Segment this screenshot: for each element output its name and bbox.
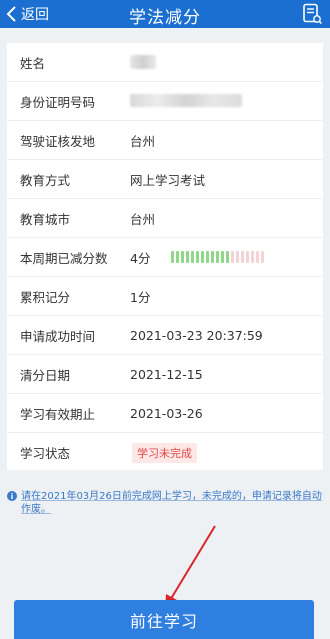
row-clear-date: 清分日期 2021-12-15 <box>7 355 323 394</box>
app-header: 返回 学法减分 <box>0 0 330 28</box>
field-value: 台州 <box>130 211 156 227</box>
points-progress-bar <box>171 251 264 263</box>
field-label: 学习状态 <box>20 445 71 461</box>
progress-segment-filled <box>181 251 184 263</box>
progress-segment-filled <box>221 251 224 263</box>
field-value: 4分 <box>130 250 151 266</box>
progress-segment-filled <box>226 251 229 263</box>
progress-segment-filled <box>196 251 199 263</box>
red-arrow-annotation <box>165 525 216 610</box>
row-accumulated-points: 累积记分 1分 <box>7 277 323 316</box>
row-education-method: 教育方式 网上学习考试 <box>7 160 323 199</box>
status-badge: 学习未完成 <box>132 443 197 463</box>
notice-text: 请在2021年03月26日前完成网上学习，未完成的，申请记录将自动作废。 <box>21 491 322 515</box>
progress-segment-filled <box>176 251 179 263</box>
row-study-status: 学习状态 学习未完成 <box>7 433 323 471</box>
redacted-name <box>130 55 156 69</box>
progress-segment-empty <box>246 251 249 263</box>
field-value: 2021-03-23 20:37:59 <box>130 327 263 343</box>
row-name: 姓名 <box>7 43 323 82</box>
info-icon <box>7 491 17 501</box>
progress-segment-filled <box>186 251 189 263</box>
page-title: 学法减分 <box>129 8 201 28</box>
field-label: 累积记分 <box>20 289 71 305</box>
field-label: 教育方式 <box>20 172 71 188</box>
field-label: 本周期已减分数 <box>20 250 108 266</box>
progress-segment-empty <box>241 251 244 263</box>
field-label: 身份证明号码 <box>20 94 96 110</box>
progress-segment-empty <box>236 251 239 263</box>
field-label: 姓名 <box>20 55 46 71</box>
progress-segment-filled <box>211 251 214 263</box>
field-label: 申请成功时间 <box>20 328 96 344</box>
field-label: 教育城市 <box>20 211 71 227</box>
progress-segment-filled <box>191 251 194 263</box>
row-education-city: 教育城市 台州 <box>7 199 323 238</box>
progress-segment-filled <box>216 251 219 263</box>
progress-segment-empty <box>261 251 264 263</box>
row-id-number: 身份证明号码 <box>7 82 323 121</box>
field-value: 2021-12-15 <box>130 366 203 382</box>
field-value: 1分 <box>130 289 151 305</box>
progress-segment-filled <box>171 251 174 263</box>
go-study-button[interactable]: 前往学习 <box>14 600 314 639</box>
notice: 请在2021年03月26日前完成网上学习，未完成的，申请记录将自动作废。 <box>7 490 323 516</box>
progress-segment-empty <box>256 251 259 263</box>
field-label: 驾驶证核发地 <box>20 133 96 149</box>
redacted-id-number <box>130 94 242 107</box>
document-icon[interactable] <box>302 3 322 25</box>
row-deducted-points: 本周期已减分数 4分 <box>7 238 323 277</box>
progress-segment-filled <box>206 251 209 263</box>
row-study-deadline: 学习有效期止 2021-03-26 <box>7 394 323 433</box>
info-card: 姓名 身份证明号码 驾驶证核发地 台州 教育方式 网上学习考试 教育城市 台州 … <box>7 43 323 470</box>
field-label: 学习有效期止 <box>20 406 96 422</box>
field-label: 清分日期 <box>20 367 71 383</box>
row-apply-time: 申请成功时间 2021-03-23 20:37:59 <box>7 316 323 355</box>
progress-segment-empty <box>231 251 234 263</box>
progress-segment-filled <box>201 251 204 263</box>
row-license-place: 驾驶证核发地 台州 <box>7 121 323 160</box>
field-value: 网上学习考试 <box>130 172 206 188</box>
field-value: 台州 <box>130 133 156 149</box>
field-value: 2021-03-26 <box>130 405 203 421</box>
progress-segment-empty <box>251 251 254 263</box>
